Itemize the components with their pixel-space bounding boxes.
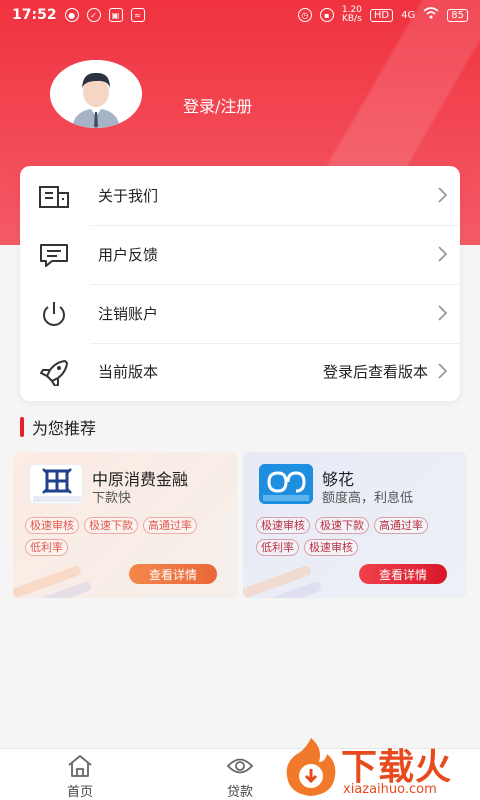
product-description: 下款快 <box>92 491 132 506</box>
chevron-right-icon <box>438 363 448 379</box>
menu-item-about[interactable]: 关于我们 <box>20 166 460 225</box>
feedback-icon <box>40 244 68 267</box>
watermark: 下载火 xiazaihuo.com <box>283 736 480 800</box>
wifi-icon <box>423 7 439 23</box>
product-tag: 低利率 <box>256 539 299 556</box>
battery-indicator: 85 <box>447 8 468 22</box>
status-time: 17:52 <box>12 7 57 23</box>
alarm-icon: ◷ <box>297 8 312 22</box>
zhongyuan-logo-icon <box>30 465 82 503</box>
chevron-right-icon <box>438 246 448 262</box>
menu-item-label: 关于我们 <box>98 187 159 205</box>
recommend-section-title: 为您推荐 <box>20 416 96 438</box>
chevron-right-icon <box>438 187 448 203</box>
nav-label: 贷款 <box>226 785 253 800</box>
product-tag: 极速下款 <box>315 517 369 534</box>
product-tag: 高通过率 <box>374 517 428 534</box>
product-tag: 低利率 <box>25 539 68 556</box>
status-left: 17:52 ● ✓ ▣ ≈ <box>12 7 145 23</box>
menu-item-label: 用户反馈 <box>98 246 159 264</box>
product-tags: 极速审核 极速下款 高通过率 低利率 极速审核 <box>256 517 466 556</box>
nav-label: 首页 <box>66 785 93 800</box>
product-tags: 极速审核 极速下款 高通过率 低利率 <box>25 517 225 556</box>
product-tag: 极速下款 <box>84 517 138 534</box>
status-bar: 17:52 ● ✓ ▣ ≈ ◷ ▪ 1.20 KB/s HD 4G 85 <box>0 0 480 30</box>
gouhua-logo <box>259 464 313 504</box>
check-icon: ✓ <box>86 8 101 22</box>
power-icon <box>43 302 65 326</box>
eye-icon <box>226 758 254 774</box>
status-right: ◷ ▪ 1.20 KB/s HD 4G 85 <box>297 6 468 24</box>
menu-item-feedback[interactable]: 用户反馈 <box>20 225 460 284</box>
building-icon <box>39 186 69 208</box>
product-tag: 极速审核 <box>25 517 79 534</box>
section-accent-bar <box>20 417 24 437</box>
network-speed-unit: KB/s <box>341 14 362 24</box>
product-tag: 极速审核 <box>304 539 358 556</box>
product-tag: 极速审核 <box>256 517 310 534</box>
rocket-icon <box>40 360 68 386</box>
menu-item-version[interactable]: 当前版本 登录后查看版本 <box>20 342 460 401</box>
view-details-button[interactable]: 查看详情 <box>359 564 447 584</box>
section-title-text: 为您推荐 <box>32 419 97 438</box>
product-description: 额度高，利息低 <box>322 491 414 506</box>
avatar[interactable] <box>50 60 142 128</box>
home-icon <box>68 755 92 777</box>
flame-logo-icon <box>286 738 336 796</box>
watermark-url: xiazaihuo.com <box>343 782 437 797</box>
product-card-zhongyuan[interactable]: 中原消费金融 下款快 极速审核 极速下款 高通过率 低利率 查看详情 <box>13 452 237 598</box>
scan-icon: ≈ <box>130 8 145 22</box>
nav-item-home[interactable]: 首页 <box>40 753 120 800</box>
view-details-button[interactable]: 查看详情 <box>129 564 217 584</box>
menu-item-deactivate-account[interactable]: 注销账户 <box>20 284 460 343</box>
image-icon: ▣ <box>108 8 123 22</box>
menu-card: 关于我们 用户反馈 注销账户 当前版本 登录后查看版本 <box>20 166 460 401</box>
menu-item-label: 当前版本 <box>98 363 159 381</box>
vibrate-icon: ▪ <box>319 8 334 22</box>
menu-item-label: 注销账户 <box>98 305 159 323</box>
version-value: 登录后查看版本 <box>322 363 428 381</box>
nav-item-loan[interactable]: 贷款 <box>200 753 280 800</box>
product-tag: 高通过率 <box>143 517 197 534</box>
user-avatar-icon <box>50 60 142 128</box>
product-card-gouhua[interactable]: 够花 额度高，利息低 极速审核 极速下款 高通过率 低利率 极速审核 查看详情 <box>243 452 467 598</box>
chevron-right-icon <box>438 305 448 321</box>
zhongyuan-logo <box>29 464 83 504</box>
gouhua-logo-icon <box>259 464 313 504</box>
signal-indicator: 4G <box>401 9 416 21</box>
hd-badge: HD <box>369 8 394 22</box>
login-register-link[interactable]: 登录/注册 <box>183 93 252 117</box>
network-speed: 1.20 KB/s <box>342 6 362 24</box>
notification-app-icon: ● <box>64 8 79 22</box>
